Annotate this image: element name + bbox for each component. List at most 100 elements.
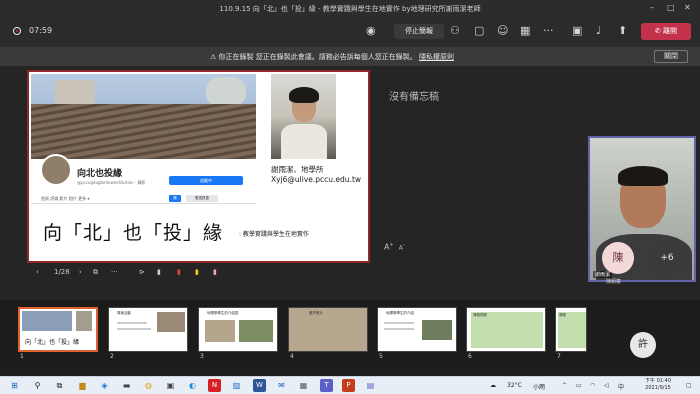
task-view-icon[interactable]: ⧉ [53,379,66,392]
more-slide-options-icon[interactable]: ··· [111,268,118,276]
close-window-icon[interactable]: ✕ [684,3,691,12]
author-photo [271,74,336,159]
thumbnail-number: 3 [200,353,204,360]
thumbnail-7[interactable]: 課程 [555,307,587,352]
search-icon[interactable]: ⚲ [31,379,44,392]
privacy-link[interactable]: 隱私權原則 [419,53,454,61]
tray-chevron-icon[interactable]: ⌃ [562,382,567,389]
photos-icon[interactable]: ▨ [230,379,243,392]
windows-taskbar: ⊞ ⚲ ⧉ ▆ ◈ ▬ ◍ ▣ ◐ N ▨ W ✉ ▦ T P ▤ ☁ 32°C… [0,376,700,394]
participant-name: 陳穎蓁 [606,279,622,285]
font-size-controls: A+ A- [384,242,405,252]
meeting-timer: 07:59 [29,26,53,35]
laser-pointer-icon[interactable]: ⊳ [139,268,145,276]
phone-icon: ✆ [654,27,664,35]
slide-thumbnails: 向「北」也「投」緣 1 專案活動 2 地理學學生的介紹區 3 歷史照片 4 地理… [0,300,700,367]
message-button: 發送訊息 [186,195,218,202]
ime-indicator[interactable]: 中 [618,382,624,391]
rooms-icon[interactable]: ▦ [520,24,530,37]
participant-avatar[interactable]: 陳 [602,242,634,274]
next-slide-icon[interactable]: › [79,268,82,276]
author-email: Xyj6@ulive.pccu.edu.tw [271,175,362,184]
netflix-icon[interactable]: N [208,379,221,392]
visibility-icon[interactable]: ◉ [366,24,376,37]
thumbnail-number: 2 [110,353,114,360]
teams-meeting-icon[interactable]: ▤ [364,379,377,392]
teams-icon[interactable]: T [320,379,333,392]
volume-icon[interactable]: ◁ [604,382,609,389]
thumbnail-6[interactable]: 課程規劃 [466,307,546,352]
eraser-icon[interactable]: ▮ [213,268,217,276]
thumbnail-5[interactable]: 地理學學生的介紹 [377,307,457,352]
chrome-icon[interactable]: ◍ [142,379,155,392]
thumbnail-4[interactable]: 歷史照片 [288,307,368,352]
follow-button: 追蹤中 [169,176,243,185]
presenter-name: 謝雨潔 [593,271,613,278]
app-icon[interactable]: ▬ [120,379,133,392]
leave-label: 離開 [663,27,678,35]
clock-time: 下午 01:40 [645,378,671,384]
window-title: 110.9.15 向「北」也「投」緣 - 教學實踐與學生在地實作 by地理研究所… [219,5,481,13]
temperature[interactable]: 32°C [507,382,522,389]
current-slide: 向北也投緣 @pccugeogbeitowexhibition · 攝影 追蹤中… [27,70,370,263]
camera-icon[interactable]: ▣ [572,24,582,37]
app-icon[interactable]: ▣ [164,379,177,392]
page-avatar [40,154,72,186]
more-options-icon[interactable]: ··· [543,24,554,37]
page-tabs: 首頁 評論 影片 相片 更多 ▾ [41,196,90,201]
weather-text[interactable]: 小雨 [533,382,545,391]
slide-subtitle: : 教學實踐與學生在地實作 [239,231,309,238]
stop-presenting-button[interactable]: 停止簡報 [394,24,444,39]
mail-icon[interactable]: ✉ [275,379,288,392]
windows-start-icon[interactable]: ⊞ [8,379,21,392]
maximize-icon[interactable]: □ [667,3,675,12]
chat-icon[interactable]: ▢ [474,24,484,37]
slide-grid-icon[interactable]: ⧉ [93,268,98,277]
word-icon[interactable]: W [253,379,266,392]
red-pen-icon[interactable]: ▮ [177,268,181,276]
pen-icon[interactable]: ▮ [157,268,161,276]
edge-icon[interactable]: ◐ [186,379,199,392]
participants-icon[interactable]: ⚇ [450,24,460,37]
notifications-icon[interactable]: ▢ [686,382,692,389]
window-titlebar: 110.9.15 向「北」也「投」緣 - 教學實踐與學生在地實作 by地理研究所… [0,0,700,16]
thumbnail-number: 7 [557,353,561,360]
minimize-icon[interactable]: – [650,3,654,12]
recording-banner: ⚠ 你正在錄製 您正在錄製此會議。請務必告訴每個人您正在錄製。 隱私權原則 關閉 [0,47,700,66]
thumbnail-2[interactable]: 專案活動 [108,307,188,352]
presentation-stage: 向北也投緣 @pccugeogbeitowexhibition · 攝影 追蹤中… [0,66,700,300]
author-name: 謝雨潔、地學所 [271,165,324,174]
follow-label: 追蹤中 [200,178,212,183]
like-button: 讚 [169,195,181,202]
mic-off-icon[interactable]: ♩ [596,24,601,37]
more-participants-button[interactable]: +6 [651,242,683,274]
wifi-icon[interactable]: ◠ [590,382,595,389]
banner-text: 你正在錄製 您正在錄製此會議。請務必告訴每個人您正在錄製。 [218,53,417,61]
highlighter-icon[interactable]: ▮ [195,268,199,276]
share-tray-icon[interactable]: ⬆ [618,24,627,37]
network-icon[interactable]: ▭ [576,382,582,389]
notes-empty-text: 沒有備忘稿 [389,92,439,103]
thumbnail-number: 6 [468,353,472,360]
system-clock[interactable]: 下午 01:40 2021/9/15 [645,378,671,392]
store-icon[interactable]: ◈ [98,379,111,392]
warning-icon: ⚠ [210,53,219,61]
cover-photo [31,74,256,159]
clock-date: 2021/9/15 [645,385,671,391]
reactions-icon[interactable]: ☺ [497,24,508,37]
file-explorer-icon[interactable]: ▆ [76,379,89,392]
thumbnail-1[interactable]: 向「北」也「投」緣 [18,307,98,352]
powerpoint-icon[interactable]: P [342,379,355,392]
leave-button[interactable]: ✆ 離開 [641,23,691,40]
page-name: 向北也投緣 [77,169,123,179]
app-icon[interactable]: ▦ [297,379,310,392]
thumbnail-3[interactable]: 地理學學生的介紹區 [198,307,278,352]
thumbnail-number: 1 [20,353,24,360]
participant-tile-avatar[interactable]: 許 [630,332,656,358]
banner-close-button[interactable]: 關閉 [654,50,688,63]
recording-icon [13,27,21,35]
slide-counter: 1/28 [54,268,70,276]
thumbnail-number: 5 [379,353,383,360]
prev-slide-icon[interactable]: ‹ [36,268,39,276]
page-handle: @pccugeogbeitowexhibition · 攝影 [77,180,146,185]
